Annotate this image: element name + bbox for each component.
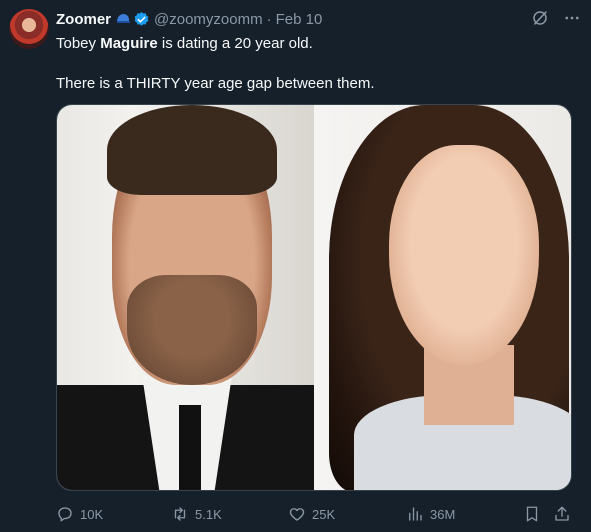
retweet-button[interactable]: 5.1K <box>171 505 222 523</box>
tweet-date[interactable]: Feb 10 <box>276 11 323 28</box>
like-button[interactable]: 25K <box>288 505 335 523</box>
beard-shape <box>127 275 257 385</box>
avatar[interactable] <box>9 9 49 49</box>
bookmark-button[interactable] <box>523 505 541 523</box>
tweet-actions: 10K 5.1K 25K 36M <box>56 503 572 525</box>
views-count: 36M <box>430 506 456 522</box>
author-name[interactable]: Zoomer <box>56 11 111 28</box>
bookmark-icon <box>523 505 541 523</box>
reply-count: 10K <box>80 506 104 522</box>
hair-shape <box>107 105 277 195</box>
tweet[interactable]: Zoomer @zoomyzoomm · Feb 10 Tobey Maguir… <box>0 0 591 532</box>
author-handle[interactable]: @zoomyzoomm <box>154 11 263 28</box>
tweet-line-1: Tobey Maguire is dating a 20 year old. <box>56 34 576 54</box>
more-icon[interactable] <box>563 9 581 27</box>
retweet-icon <box>171 505 189 523</box>
reply-button[interactable]: 10K <box>56 505 103 523</box>
face-shape <box>389 145 539 365</box>
verified-badge-icon <box>133 11 150 28</box>
tweet-top-actions <box>531 9 581 27</box>
affiliate-badge-icon <box>115 11 131 27</box>
views-icon <box>406 505 424 523</box>
photo-right[interactable] <box>314 105 571 490</box>
text-bold: Maguire <box>100 35 158 52</box>
tie-shape <box>179 405 201 490</box>
reply-icon <box>56 505 74 523</box>
tweet-text: Tobey Maguire is dating a 20 year old. T… <box>56 34 576 94</box>
tweet-media[interactable] <box>56 104 572 491</box>
share-button[interactable] <box>553 505 571 523</box>
text-prefix: Tobey <box>56 35 101 52</box>
separator: · <box>266 10 272 28</box>
share-icon <box>553 505 571 523</box>
views-button[interactable]: 36M <box>406 505 455 523</box>
tweet-header: Zoomer @zoomyzoomm · Feb 10 <box>56 9 322 29</box>
photo-left[interactable] <box>57 105 314 490</box>
like-icon <box>288 505 306 523</box>
like-count: 25K <box>312 506 336 522</box>
tweet-line-2: There is a THIRTY year age gap between t… <box>56 75 375 92</box>
grok-icon[interactable] <box>531 9 549 27</box>
text-suffix: is dating a 20 year old. <box>157 35 313 52</box>
retweet-count: 5.1K <box>195 506 222 522</box>
